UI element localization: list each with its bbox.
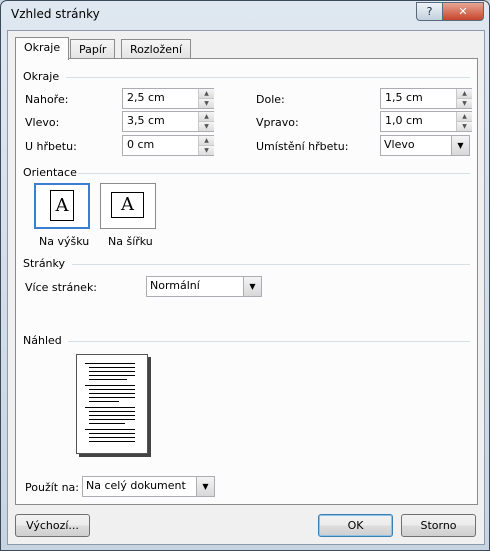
portrait-option[interactable]: A bbox=[34, 183, 90, 229]
landscape-page-icon: A bbox=[111, 192, 144, 218]
right-margin-value[interactable]: 1,0 cm bbox=[385, 114, 423, 127]
right-margin-spinner[interactable]: 1,0 cm ▲ ▼ bbox=[380, 111, 472, 132]
tab-panel-margins: Okraje Nahoře: 2,5 cm ▲ ▼ Dole: 1,5 cm ▲… bbox=[15, 58, 478, 505]
page-preview bbox=[76, 354, 148, 454]
tab-margins[interactable]: Okraje bbox=[15, 37, 70, 60]
preview-line bbox=[89, 415, 135, 416]
preview-line bbox=[89, 401, 119, 402]
bottom-margin-value[interactable]: 1,5 cm bbox=[385, 91, 423, 104]
top-margin-spinner[interactable]: 2,5 cm ▲ ▼ bbox=[122, 88, 214, 109]
preview-line bbox=[89, 371, 135, 372]
preview-divider bbox=[68, 341, 470, 342]
apply-to-select[interactable]: Na celý dokument ▼ bbox=[82, 476, 215, 497]
tab-layout[interactable]: Rozložení bbox=[121, 39, 192, 59]
gutter-position-label: Umístění hřbetu: bbox=[256, 140, 349, 153]
tab-paper[interactable]: Papír bbox=[70, 39, 116, 59]
preview-line bbox=[85, 363, 135, 364]
bottom-margin-spinner[interactable]: 1,5 cm ▲ ▼ bbox=[380, 88, 472, 109]
spin-down-icon[interactable]: ▼ bbox=[198, 122, 214, 131]
spin-down-icon[interactable]: ▼ bbox=[456, 122, 472, 131]
gutter-spinner[interactable]: 0 cm ▲ ▼ bbox=[122, 135, 214, 156]
multiple-pages-value: Normální bbox=[150, 279, 200, 292]
preview-line bbox=[85, 429, 135, 430]
gutter-label: U hřbetu: bbox=[25, 140, 77, 153]
preview-line bbox=[85, 385, 135, 386]
gutter-position-select[interactable]: Vlevo ▼ bbox=[380, 135, 470, 156]
bottom-margin-label: Dole: bbox=[256, 93, 285, 106]
orientation-section-label: Orientace bbox=[23, 166, 77, 179]
right-margin-label: Vpravo: bbox=[256, 116, 299, 129]
orientation-divider bbox=[78, 173, 470, 174]
preview-line bbox=[89, 423, 125, 424]
landscape-option[interactable]: A bbox=[100, 183, 156, 229]
preview-line bbox=[89, 379, 127, 380]
pages-section-label: Stránky bbox=[23, 257, 66, 270]
ok-button[interactable]: OK bbox=[318, 514, 393, 537]
preview-line bbox=[89, 393, 135, 394]
preview-section-label: Náhled bbox=[23, 334, 62, 347]
portrait-page-icon: A bbox=[50, 190, 74, 221]
preview-line bbox=[89, 419, 135, 420]
spin-up-icon[interactable]: ▲ bbox=[198, 112, 214, 122]
spin-up-icon[interactable]: ▲ bbox=[456, 112, 472, 122]
portrait-label[interactable]: Na výšku bbox=[39, 235, 89, 248]
top-margin-value[interactable]: 2,5 cm bbox=[127, 91, 165, 104]
preview-line bbox=[89, 441, 135, 442]
title-bar[interactable]: Vzhled stránky ? ✕ bbox=[1, 1, 489, 29]
spin-up-icon[interactable]: ▲ bbox=[198, 136, 214, 146]
left-margin-value[interactable]: 3,5 cm bbox=[127, 114, 165, 127]
window-title: Vzhled stránky bbox=[11, 7, 100, 21]
preview-line bbox=[89, 367, 135, 368]
spin-up-icon[interactable]: ▲ bbox=[198, 89, 214, 99]
top-margin-label: Nahoře: bbox=[25, 93, 69, 106]
spin-down-icon[interactable]: ▼ bbox=[198, 99, 214, 108]
apply-to-value: Na celý dokument bbox=[86, 479, 186, 492]
chevron-down-icon[interactable]: ▼ bbox=[451, 136, 469, 155]
left-margin-spinner[interactable]: 3,5 cm ▲ ▼ bbox=[122, 111, 214, 132]
help-button[interactable]: ? bbox=[416, 2, 443, 21]
spin-down-icon[interactable]: ▼ bbox=[198, 146, 214, 155]
multiple-pages-label: Více stránek: bbox=[25, 281, 98, 294]
margins-section-label: Okraje bbox=[23, 70, 60, 83]
preview-line bbox=[89, 397, 135, 398]
dialog-window: Vzhled stránky ? ✕ Okraje Papír Rozložen… bbox=[0, 0, 490, 551]
preview-line bbox=[89, 411, 135, 412]
landscape-label[interactable]: Na šířku bbox=[108, 235, 153, 248]
preview-line bbox=[85, 407, 135, 408]
spin-up-icon[interactable]: ▲ bbox=[456, 89, 472, 99]
chevron-down-icon[interactable]: ▼ bbox=[243, 277, 261, 296]
left-margin-label: Vlevo: bbox=[25, 116, 60, 129]
close-button[interactable]: ✕ bbox=[442, 2, 484, 21]
cancel-button[interactable]: Storno bbox=[401, 514, 476, 537]
multiple-pages-select[interactable]: Normální ▼ bbox=[146, 276, 262, 297]
gutter-value[interactable]: 0 cm bbox=[127, 138, 154, 151]
pages-divider bbox=[72, 264, 470, 265]
preview-line bbox=[89, 433, 135, 434]
apply-to-label: Použít na: bbox=[25, 481, 80, 494]
margins-divider bbox=[66, 77, 470, 78]
set-default-button[interactable]: Výchozí... bbox=[15, 514, 90, 537]
spin-down-icon[interactable]: ▼ bbox=[456, 99, 472, 108]
dialog-client-area: Okraje Papír Rozložení Okraje Nahoře: 2,… bbox=[7, 30, 485, 545]
preview-line bbox=[89, 375, 135, 376]
chevron-down-icon[interactable]: ▼ bbox=[196, 477, 214, 496]
gutter-position-value: Vlevo bbox=[384, 138, 415, 151]
preview-line bbox=[89, 389, 135, 390]
preview-line bbox=[89, 437, 135, 438]
